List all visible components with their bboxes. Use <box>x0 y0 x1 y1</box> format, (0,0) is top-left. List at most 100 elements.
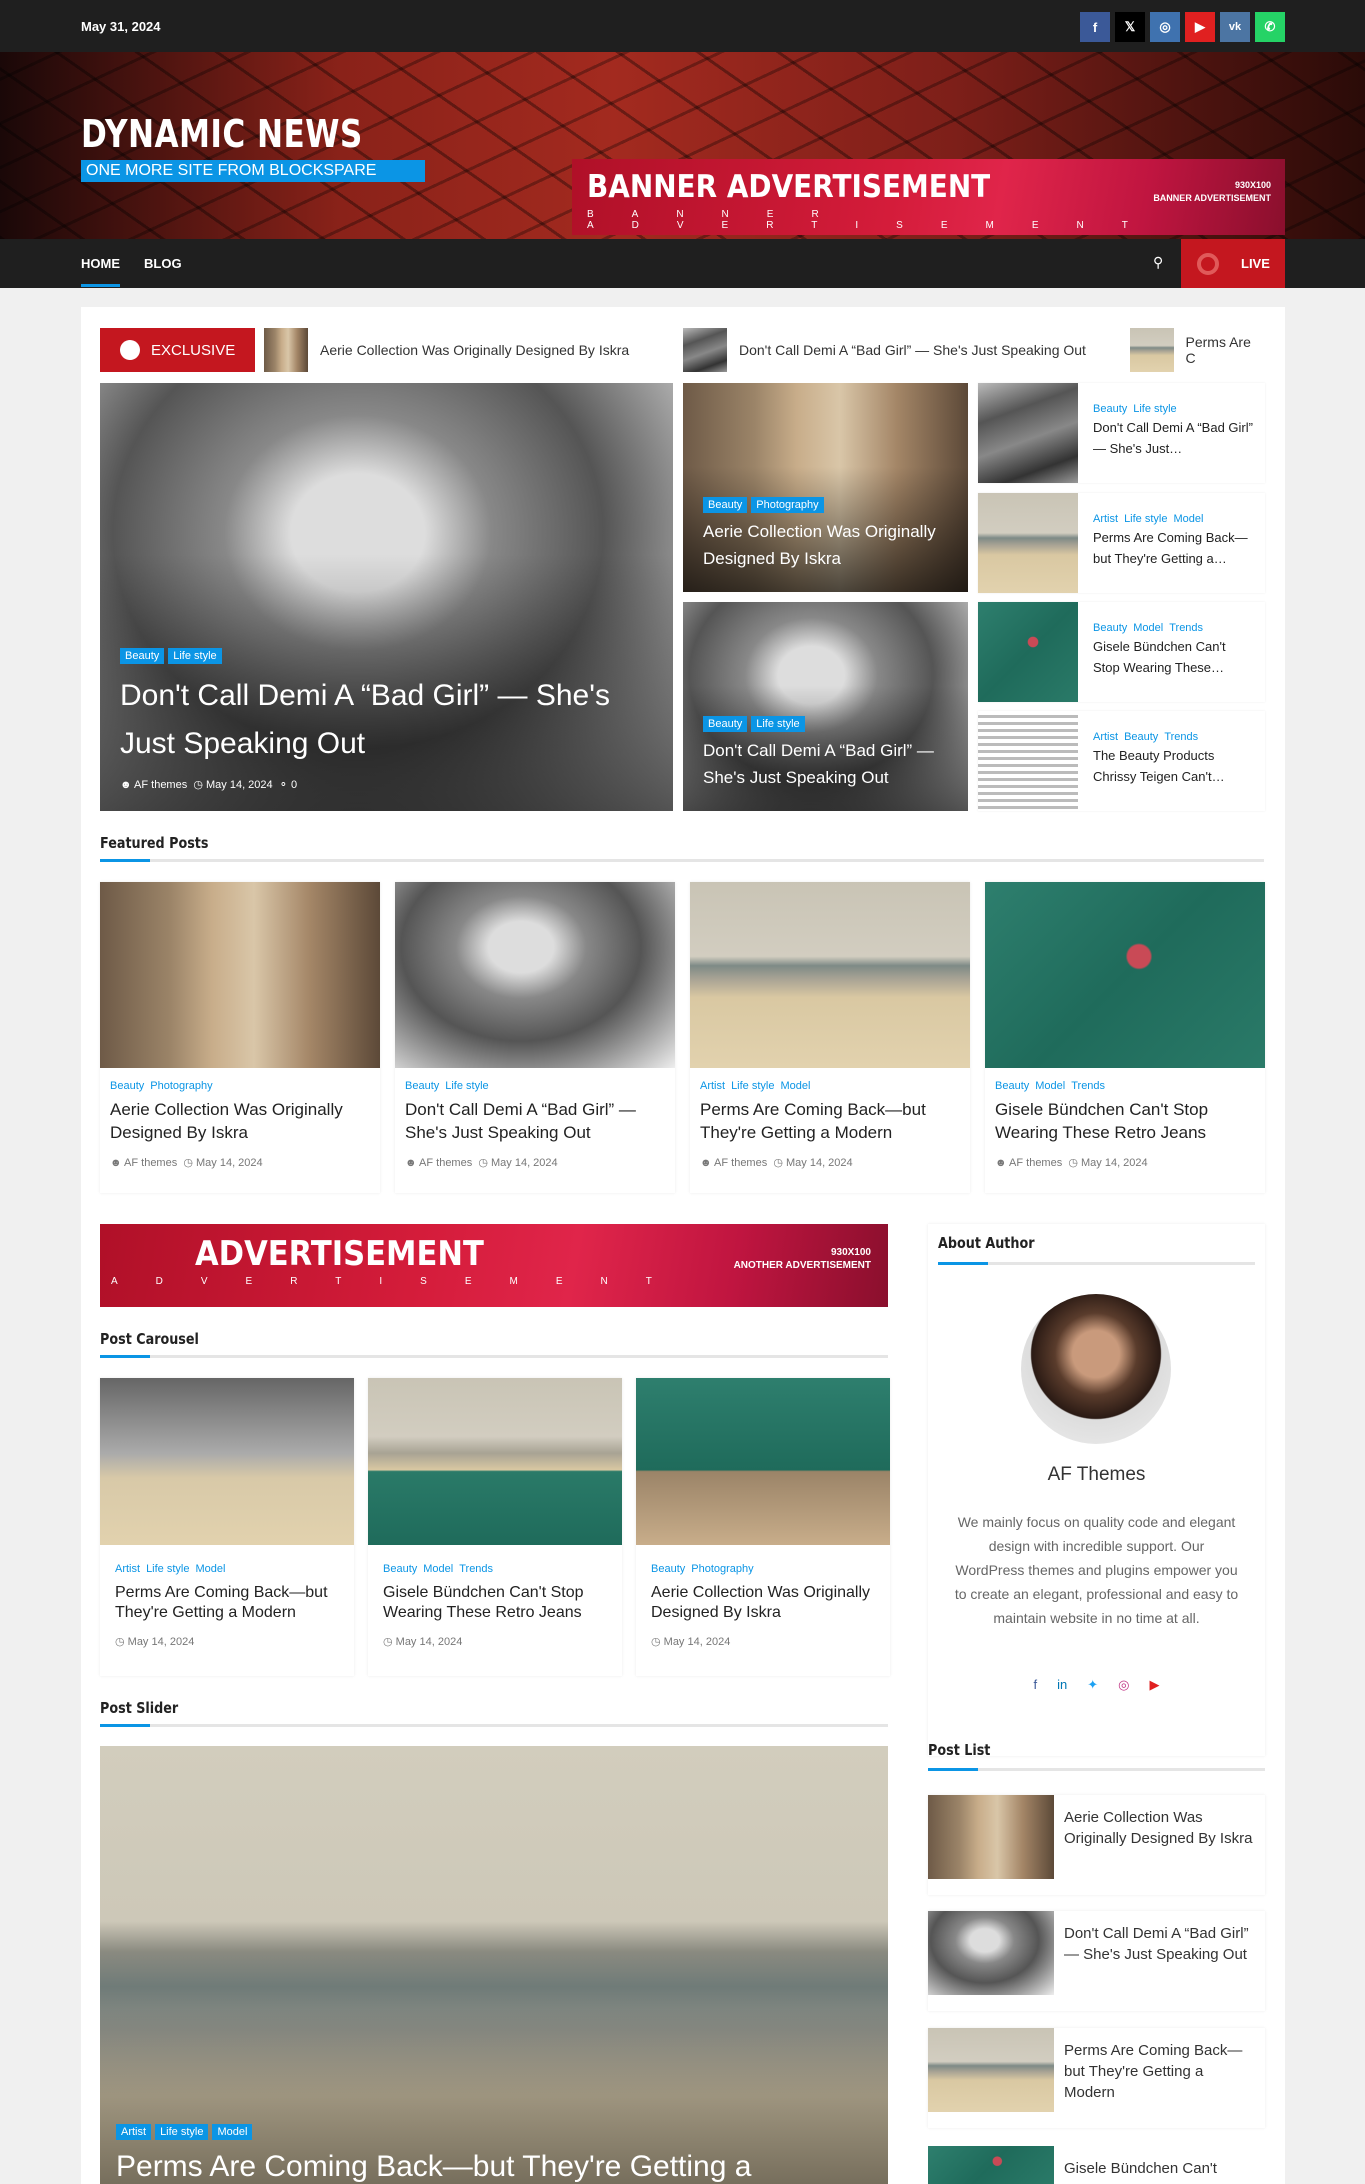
cat-link[interactable]: Trends <box>459 1563 493 1575</box>
slider-title[interactable]: Perms Are Coming Back—but They're Gettin… <box>116 2150 751 2184</box>
vk-icon[interactable]: vk <box>1220 12 1250 42</box>
search-icon[interactable]: ⚲ <box>1153 254 1163 271</box>
postlist-thumb[interactable] <box>928 2146 1054 2184</box>
post-list-item[interactable]: Perms Are Coming Back—but They're Gettin… <box>928 2028 1265 2128</box>
postlist-thumb[interactable] <box>928 1911 1054 1995</box>
tag-beauty[interactable]: Beauty <box>120 648 165 664</box>
cat-link[interactable]: Model <box>423 1563 453 1575</box>
youtube-icon[interactable]: ▶ <box>1185 12 1215 42</box>
side-post[interactable]: Artist Beauty Trends The Beauty Products Ch… <box>978 711 1265 811</box>
featured-image[interactable] <box>395 882 675 1068</box>
post-list-item[interactable]: Gisele Bündchen Can't <box>928 2146 1265 2184</box>
featured-post[interactable]: Beauty Life style Don't Call Demi A “Bad G… <box>395 882 675 1193</box>
cat-link[interactable]: Trends <box>1164 731 1198 743</box>
cat-link[interactable]: Model <box>780 1080 810 1092</box>
carousel-post[interactable]: Artist Life style Model Perms Are Coming Ba… <box>100 1378 354 1676</box>
tag-photography[interactable]: Photography <box>751 497 824 513</box>
featured-image[interactable] <box>985 882 1265 1068</box>
postlist-title[interactable]: Aerie Collection Was Originally Designed… <box>1064 1807 1254 1849</box>
advertisement-banner[interactable]: ADVERTISEMENT ADVERTISEMENT 930X100 ANOTH… <box>100 1224 888 1307</box>
youtube-icon[interactable]: ▶ <box>1150 1677 1160 1693</box>
tag-model[interactable]: Model <box>212 2124 253 2140</box>
featured-post[interactable]: Artist Life style Model Perms Are Coming Ba… <box>690 882 970 1193</box>
ticker-title[interactable]: Perms Are C <box>1186 334 1264 366</box>
carousel-image[interactable] <box>636 1378 890 1545</box>
mid-title[interactable]: Don't Call Demi A “Bad Girl” — She's Jus… <box>703 737 948 791</box>
hero-author[interactable]: AF themes <box>134 779 187 791</box>
site-name[interactable]: DYNAMIC NEWS <box>81 112 363 156</box>
mid-post[interactable]: Beauty Photography Aerie Collection Was O… <box>683 383 968 592</box>
side-thumb[interactable] <box>978 711 1078 811</box>
tag-beauty[interactable]: Beauty <box>703 497 748 513</box>
featured-title[interactable]: Perms Are Coming Back—but They're Gettin… <box>700 1098 960 1144</box>
site-logo[interactable]: DYNAMIC NEWS ONE MORE SITE FROM BLOCKSPA… <box>81 112 425 182</box>
post-author[interactable]: AF themes <box>124 1157 177 1169</box>
nav-blog[interactable]: BLOG <box>144 256 182 271</box>
hero-comments[interactable]: 0 <box>291 779 297 791</box>
cat-link[interactable]: Artist <box>115 1563 140 1575</box>
cat-link[interactable]: Beauty <box>1124 731 1158 743</box>
carousel-title[interactable]: Aerie Collection Was Originally Designed… <box>651 1583 875 1623</box>
cat-link[interactable]: Life style <box>731 1080 774 1092</box>
cat-link[interactable]: Model <box>1035 1080 1065 1092</box>
carousel-title[interactable]: Gisele Bündchen Can't Stop Wearing These… <box>383 1583 607 1623</box>
cat-link[interactable]: Beauty <box>995 1080 1029 1092</box>
postlist-thumb[interactable] <box>928 2028 1054 2112</box>
hero-post[interactable]: Beauty Life style Don't Call Demi A “Bad … <box>100 383 673 811</box>
post-author[interactable]: AF themes <box>1009 1157 1062 1169</box>
cat-link[interactable]: Model <box>195 1563 225 1575</box>
cat-link[interactable]: Beauty <box>651 1563 685 1575</box>
cat-link[interactable]: Photography <box>691 1563 753 1575</box>
tag-lifestyle[interactable]: Life style <box>168 648 222 664</box>
cat-link[interactable]: Life style <box>1133 403 1176 415</box>
cat-link[interactable]: Photography <box>150 1080 212 1092</box>
cat-link[interactable]: Trends <box>1071 1080 1105 1092</box>
cat-link[interactable]: Artist <box>1093 731 1118 743</box>
tag-artist[interactable]: Artist <box>116 2124 152 2140</box>
cat-link[interactable]: Beauty <box>383 1563 417 1575</box>
twitter-icon[interactable]: ✦ <box>1087 1677 1098 1693</box>
ticker-title[interactable]: Aerie Collection Was Originally Designed… <box>320 342 629 358</box>
post-list-item[interactable]: Don't Call Demi A “Bad Girl” — She's Jus… <box>928 1911 1265 2011</box>
linkedin-icon[interactable]: in <box>1057 1677 1067 1693</box>
post-list-item[interactable]: Aerie Collection Was Originally Designed… <box>928 1795 1265 1895</box>
ticker-item[interactable]: Aerie Collection Was Originally Designed… <box>264 328 629 372</box>
post-author[interactable]: AF themes <box>419 1157 472 1169</box>
cat-link[interactable]: Trends <box>1169 622 1203 634</box>
banner-advertisement[interactable]: BANNER ADVERTISEMENT BANNER ADVERTISEMEN… <box>572 159 1285 235</box>
featured-post[interactable]: Beauty Model Trends Gisele Bündchen Can't S… <box>985 882 1265 1193</box>
whatsapp-icon[interactable]: ✆ <box>1255 12 1285 42</box>
side-title[interactable]: Gisele Bündchen Can't Stop Wearing These… <box>1093 636 1253 678</box>
side-post[interactable]: Artist Life style Model Perms Are Coming Ba… <box>978 493 1265 593</box>
postlist-thumb[interactable] <box>928 1795 1054 1879</box>
side-title[interactable]: The Beauty Products Chrissy Teigen Can't… <box>1093 745 1253 787</box>
post-slider[interactable]: Artist Life style Model Perms Are Coming B… <box>100 1746 888 2184</box>
carousel-image[interactable] <box>100 1378 354 1545</box>
hero-title[interactable]: Don't Call Demi A “Bad Girl” — She's Jus… <box>120 672 653 768</box>
featured-image[interactable] <box>690 882 970 1068</box>
live-button[interactable]: LIVE <box>1181 239 1285 288</box>
mid-title[interactable]: Aerie Collection Was Originally Designed… <box>703 518 948 572</box>
postlist-title[interactable]: Perms Are Coming Back—but They're Gettin… <box>1064 2040 1254 2103</box>
featured-image[interactable] <box>100 882 380 1068</box>
cat-link[interactable]: Beauty <box>110 1080 144 1092</box>
cat-link[interactable]: Beauty <box>1093 622 1127 634</box>
cat-link[interactable]: Artist <box>1093 513 1118 525</box>
side-title[interactable]: Don't Call Demi A “Bad Girl” — She's Jus… <box>1093 417 1253 459</box>
side-thumb[interactable] <box>978 493 1078 593</box>
cat-link[interactable]: Beauty <box>1093 403 1127 415</box>
side-post[interactable]: Beauty Model Trends Gisele Bündchen Can't S… <box>978 602 1265 702</box>
cat-link[interactable]: Life style <box>146 1563 189 1575</box>
cat-link[interactable]: Beauty <box>405 1080 439 1092</box>
carousel-post[interactable]: Beauty Model Trends Gisele Bündchen Can't S… <box>368 1378 622 1676</box>
featured-title[interactable]: Gisele Bündchen Can't Stop Wearing These… <box>995 1098 1255 1144</box>
featured-title[interactable]: Don't Call Demi A “Bad Girl” — She's Jus… <box>405 1098 665 1144</box>
postlist-title[interactable]: Gisele Bündchen Can't <box>1064 2158 1254 2179</box>
featured-title[interactable]: Aerie Collection Was Originally Designed… <box>110 1098 370 1144</box>
facebook-icon[interactable]: f <box>1080 12 1110 42</box>
cat-link[interactable]: Life style <box>1124 513 1167 525</box>
cat-link[interactable]: Model <box>1133 622 1163 634</box>
instagram-icon[interactable]: ◎ <box>1118 1677 1129 1693</box>
cat-link[interactable]: Life style <box>445 1080 488 1092</box>
ticker-item[interactable]: Don't Call Demi A “Bad Girl” — She's Jus… <box>683 328 1086 372</box>
